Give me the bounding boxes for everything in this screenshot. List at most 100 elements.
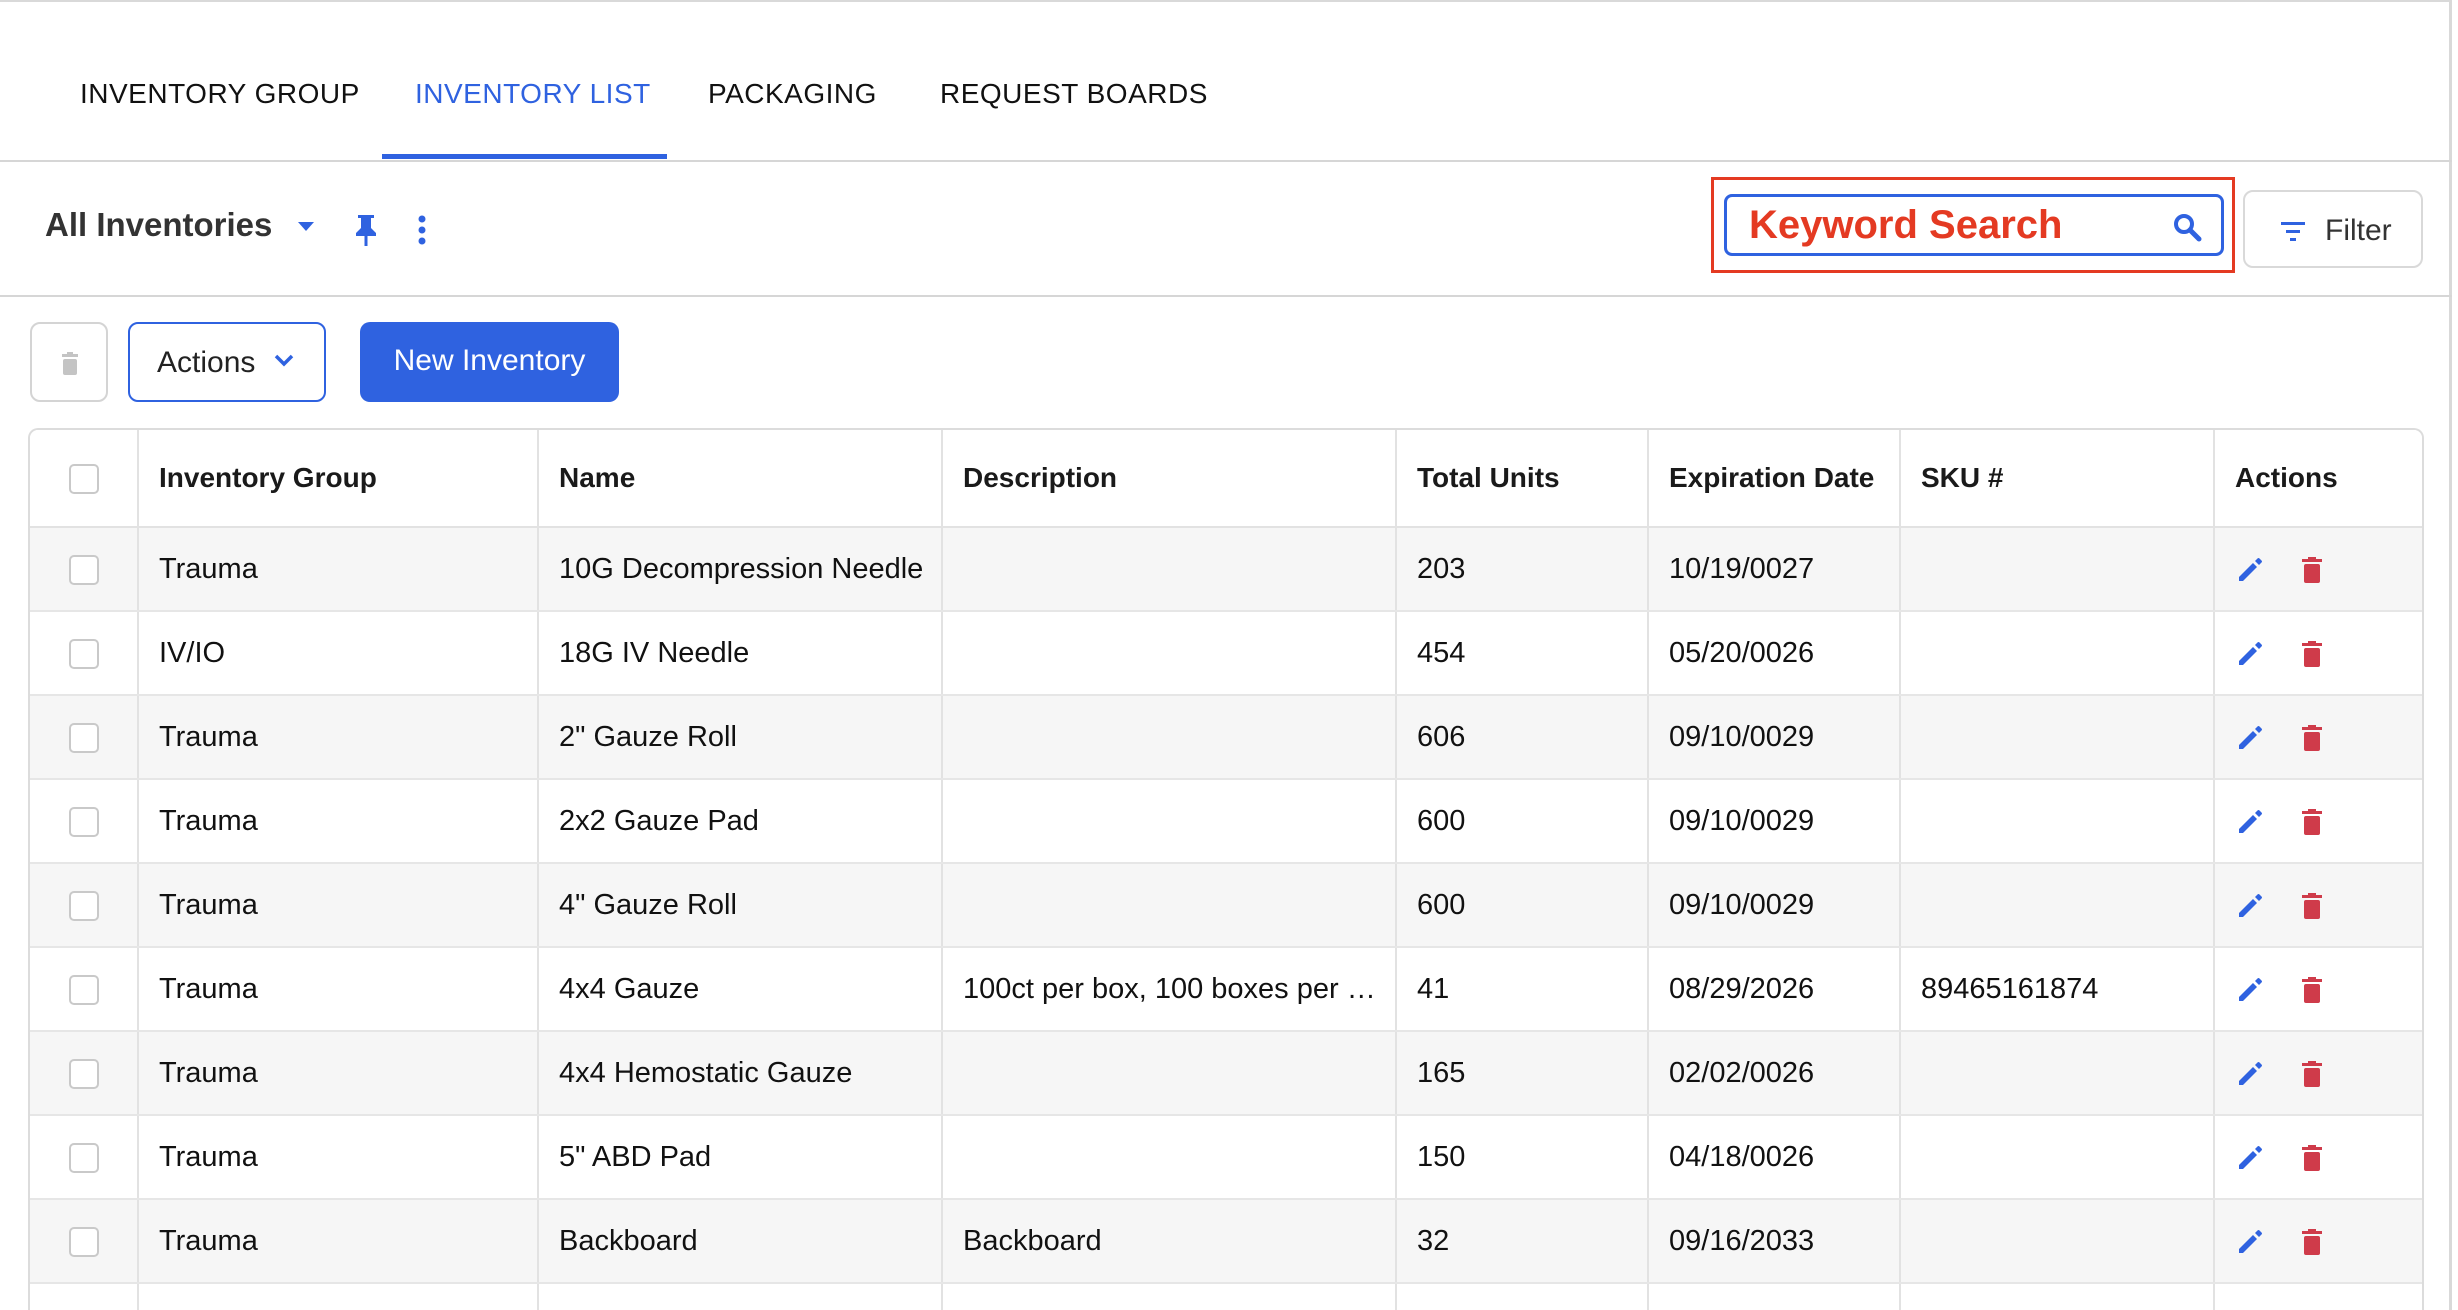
- view-selector[interactable]: All Inventories: [45, 206, 272, 244]
- cell-sku: [1900, 1199, 2215, 1284]
- cell-expiration-date: 10/19/0027: [1648, 527, 1901, 612]
- row-checkbox[interactable]: [68, 722, 99, 753]
- table-row[interactable]: Trauma 4x4 Hemostatic Gauze 165 02/02/0026: [30, 1031, 2422, 1116]
- cell-name: 18G IV Needle: [538, 611, 943, 696]
- cell-total-units: 150: [1396, 1115, 1649, 1200]
- tab-packaging[interactable]: PACKAGING: [708, 78, 877, 110]
- table-row[interactable]: Trauma 4" Gauze Roll 600 09/10/0029: [30, 863, 2422, 948]
- pin-icon[interactable]: [352, 212, 380, 248]
- cell-description: [942, 611, 1397, 696]
- column-header-description[interactable]: Description: [942, 430, 1397, 528]
- cell-inventory-group: Trauma: [138, 863, 539, 948]
- row-actions-cell: [2213, 1115, 2422, 1200]
- cell-description: [942, 863, 1397, 948]
- delete-icon[interactable]: [2297, 975, 2327, 1005]
- row-select-cell: [30, 1199, 139, 1284]
- row-checkbox[interactable]: [68, 554, 99, 585]
- edit-icon[interactable]: [2235, 723, 2265, 753]
- delete-icon[interactable]: [2297, 807, 2327, 837]
- column-header-inventory-group[interactable]: Inventory Group: [138, 430, 539, 528]
- cell-inventory-group: Trauma: [138, 1115, 539, 1200]
- table-row[interactable]: Trauma 10G Decompression Needle 203 10/19/0…: [30, 527, 2422, 612]
- delete-icon[interactable]: [2297, 639, 2327, 669]
- trash-icon: [62, 352, 78, 375]
- tab-inventory-list[interactable]: INVENTORY LIST: [415, 78, 651, 110]
- tab-request-boards[interactable]: REQUEST BOARDS: [940, 78, 1208, 110]
- column-header-sku[interactable]: SKU #: [1900, 430, 2215, 528]
- row-checkbox[interactable]: [68, 890, 99, 921]
- delete-icon[interactable]: [2297, 1143, 2327, 1173]
- new-inventory-button[interactable]: New Inventory: [360, 322, 619, 402]
- edit-icon[interactable]: [2235, 807, 2265, 837]
- cell-description: Backboard: [942, 1199, 1397, 1284]
- row-checkbox[interactable]: [68, 974, 99, 1005]
- cell-description: 100ct per box, 100 boxes per …: [942, 947, 1397, 1032]
- column-header-expiration-date[interactable]: Expiration Date: [1648, 430, 1901, 528]
- cell-inventory-group: Trauma: [138, 695, 539, 780]
- table-row[interactable]: Trauma 5" ABD Pad 150 04/18/0026: [30, 1115, 2422, 1200]
- cell-expiration-date: 02/02/0026: [1648, 1031, 1901, 1116]
- row-actions-cell: [2213, 863, 2422, 948]
- table-row[interactable]: Trauma 2x2 Gauze Pad 600 09/10/0029: [30, 779, 2422, 864]
- cell-inventory-group: Trauma: [138, 527, 539, 612]
- edit-icon[interactable]: [2235, 555, 2265, 585]
- bulk-delete-button[interactable]: [30, 322, 108, 402]
- column-header-total-units[interactable]: Total Units: [1396, 430, 1649, 528]
- table-row[interactable]: Trauma 2" Gauze Roll 606 09/10/0029: [30, 695, 2422, 780]
- more-options-icon[interactable]: [412, 214, 432, 246]
- cell-expiration-date: [1648, 1283, 1901, 1310]
- row-actions-cell: [2213, 695, 2422, 780]
- search-icon[interactable]: [2171, 211, 2203, 243]
- delete-icon[interactable]: [2297, 891, 2327, 921]
- cell-sku: [1900, 863, 2215, 948]
- row-actions-cell: [2213, 1031, 2422, 1116]
- actions-dropdown-button[interactable]: Actions: [128, 322, 326, 402]
- delete-icon[interactable]: [2297, 1227, 2327, 1257]
- row-actions-cell: [2213, 779, 2422, 864]
- cell-description: [942, 779, 1397, 864]
- cell-total-units: 32: [1396, 1199, 1649, 1284]
- row-select-cell: [30, 527, 139, 612]
- select-all-checkbox[interactable]: [68, 464, 99, 495]
- cell-expiration-date: 09/16/2033: [1648, 1199, 1901, 1284]
- table-row[interactable]: IV/IO 18G IV Needle 454 05/20/0026: [30, 611, 2422, 696]
- keyword-search[interactable]: [1724, 194, 2224, 256]
- edit-icon[interactable]: [2235, 1143, 2265, 1173]
- table-row[interactable]: [30, 1283, 2422, 1310]
- tab-inventory-group[interactable]: INVENTORY GROUP: [80, 78, 360, 110]
- delete-icon[interactable]: [2297, 723, 2327, 753]
- row-select-cell: [30, 1031, 139, 1116]
- edit-icon[interactable]: [2235, 1059, 2265, 1089]
- row-checkbox[interactable]: [68, 1142, 99, 1173]
- edit-icon[interactable]: [2235, 891, 2265, 921]
- row-checkbox[interactable]: [68, 638, 99, 669]
- select-all-cell: [30, 430, 139, 528]
- cell-expiration-date: 09/10/0029: [1648, 779, 1901, 864]
- edit-icon[interactable]: [2235, 1227, 2265, 1257]
- cell-total-units: 41: [1396, 947, 1649, 1032]
- cell-total-units: 600: [1396, 863, 1649, 948]
- cell-description: [942, 1031, 1397, 1116]
- row-select-cell: [30, 695, 139, 780]
- table-row[interactable]: Trauma Backboard Backboard 32 09/16/2033: [30, 1199, 2422, 1284]
- delete-icon[interactable]: [2297, 555, 2327, 585]
- search-input[interactable]: [1749, 201, 2149, 249]
- table-row[interactable]: Trauma 4x4 Gauze 100ct per box, 100 boxes …: [30, 947, 2422, 1032]
- row-checkbox[interactable]: [68, 1226, 99, 1257]
- delete-icon[interactable]: [2297, 1059, 2327, 1089]
- edit-icon[interactable]: [2235, 975, 2265, 1005]
- row-select-cell: [30, 863, 139, 948]
- cell-name: 10G Decompression Needle: [538, 527, 943, 612]
- row-select-cell: [30, 947, 139, 1032]
- caret-down-icon[interactable]: [298, 222, 314, 231]
- cell-inventory-group: IV/IO: [138, 611, 539, 696]
- row-checkbox[interactable]: [68, 1058, 99, 1089]
- row-checkbox[interactable]: [68, 806, 99, 837]
- cell-name: 4x4 Gauze: [538, 947, 943, 1032]
- filter-button[interactable]: Filter: [2243, 190, 2423, 268]
- column-header-name[interactable]: Name: [538, 430, 943, 528]
- filter-label: Filter: [2325, 214, 2392, 247]
- edit-icon[interactable]: [2235, 639, 2265, 669]
- table-header-row: Inventory Group Name Description Total U…: [30, 430, 2422, 528]
- row-actions-cell: [2213, 527, 2422, 612]
